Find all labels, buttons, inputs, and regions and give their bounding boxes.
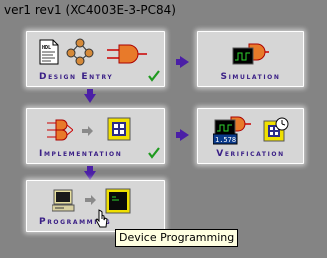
hdl-icon-text: HDL (42, 45, 51, 51)
design-entry-panel[interactable]: HDL Design Entry (26, 31, 165, 87)
verification-panel[interactable]: 1.578 Verification (197, 108, 304, 164)
arrow-to-programming-icon (84, 171, 96, 180)
project-header: ver1 rev1 (XC4003E-3-PC84) (4, 3, 176, 17)
netlist-gates-icon (47, 117, 73, 143)
timing-value: 1.578 (215, 136, 236, 144)
state-diagram-icon (65, 38, 95, 66)
simulation-label: Simulation (220, 72, 281, 82)
arrow-to-simulation-icon (180, 56, 189, 68)
simulation-panel[interactable]: Simulation (197, 31, 304, 87)
arrow-to-verification-icon (180, 129, 189, 141)
timed-chip-icon (263, 117, 289, 143)
mouse-cursor-icon (95, 209, 109, 229)
simulation-waveform-icon (231, 40, 269, 66)
tooltip: Device Programming (115, 229, 239, 247)
process-arrow-icon (82, 125, 94, 137)
timing-analysis-icon: 1.578 (213, 115, 251, 145)
implementation-label: Implementation (39, 149, 123, 159)
fpga-chip-icon (107, 117, 131, 141)
arrow-to-implementation-icon (84, 94, 96, 103)
computer-icon (52, 189, 78, 213)
project-name: ver1 (4, 3, 32, 17)
verification-label: Verification (216, 149, 285, 159)
download-arrow-icon (85, 194, 97, 206)
implementation-panel[interactable]: Implementation (26, 108, 165, 164)
design-entry-label: Design Entry (39, 72, 114, 82)
hdl-document-icon: HDL (39, 39, 59, 65)
schematic-gate-icon (107, 42, 147, 66)
revision-name: rev1 (34, 3, 62, 17)
device-name: (XC4003E-3-PC84) (65, 3, 176, 17)
